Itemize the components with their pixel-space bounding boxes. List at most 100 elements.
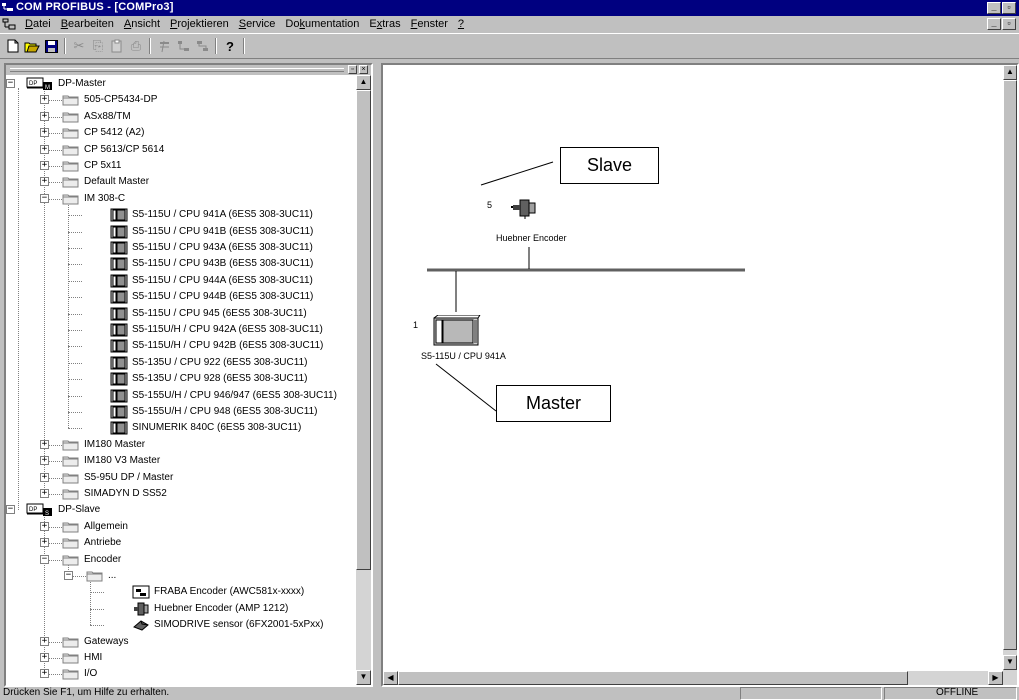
tree-vertical-scrollbar[interactable]: ▲ ▼ [356,75,371,685]
cut-button[interactable]: ✂ [70,37,88,55]
tree-node[interactable]: + Default Master [6,174,356,190]
tree-node[interactable]: SIMODRIVE sensor (6FX2001-5xPxx) [6,617,356,633]
doc-minimize-button[interactable]: _ [987,18,1001,30]
pane-close-button[interactable]: × [359,65,368,74]
menu-item-1[interactable]: Bearbeiten [56,18,119,31]
tree-node[interactable]: + CP 5613/CP 5614 [6,142,356,158]
expand-toggle[interactable]: + [40,144,49,154]
scroll-right-button[interactable]: ▶ [988,671,1003,685]
collapse-toggle[interactable]: − [40,193,49,203]
tree-node[interactable]: S5-115U / CPU 941A (6ES5 308-3UC11) [6,207,356,223]
scroll-down-button[interactable]: ▼ [356,670,371,685]
app-system-icon[interactable] [2,2,14,13]
tree-node[interactable]: −... [6,568,356,584]
tree-node[interactable]: S5-135U / CPU 922 (6ES5 308-3UC11) [6,355,356,371]
document-system-icon[interactable] [2,18,16,30]
collapse-toggle[interactable]: − [6,505,15,515]
tree-node[interactable]: SINUMERIK 840C (6ES5 308-3UC11) [6,420,356,436]
expand-toggle[interactable]: + [40,472,49,482]
new-file-button[interactable] [4,37,22,55]
doc-restore-button[interactable]: ▫ [1002,18,1016,30]
diagram-scroll-up-button[interactable]: ▲ [1003,65,1017,80]
huebner-encoder-slave-icon[interactable] [509,198,539,220]
menu-item-5[interactable]: Dokumentation [280,18,364,31]
tree-node[interactable]: S5-115U/H / CPU 942A (6ES5 308-3UC11) [6,322,356,338]
maximize-button[interactable]: ▫ [1002,2,1016,14]
tree-node[interactable]: S5-115U/H / CPU 942B (6ES5 308-3UC11) [6,338,356,354]
diagram-scroll-thumb[interactable] [1003,80,1017,650]
help-button[interactable]: ? [221,37,239,55]
menu-item-4[interactable]: Service [234,18,281,31]
expand-toggle[interactable]: + [40,439,49,449]
expand-toggle[interactable]: + [40,636,49,646]
collapse-toggle[interactable]: − [6,79,15,88]
tree-node[interactable]: + HMI [6,650,356,666]
expand-toggle[interactable]: + [40,177,49,187]
expand-toggle[interactable]: + [40,669,49,679]
tree-node[interactable]: S5-115U / CPU 944B (6ES5 308-3UC11) [6,289,356,305]
tree-node[interactable]: + IM180 Master [6,437,356,453]
tree-node[interactable]: S5-155U/H / CPU 946/947 (6ES5 308-3UC11) [6,388,356,404]
tree-node[interactable]: − IM 308-C [6,191,356,207]
tool-button-3[interactable] [193,37,211,55]
expand-toggle[interactable]: + [40,538,49,548]
pane-restore-button[interactable]: ▫ [348,65,357,74]
scroll-left-button[interactable]: ◀ [383,671,398,685]
paste-button[interactable] [108,37,126,55]
tree-node[interactable]: + S5-95U DP / Master [6,470,356,486]
pane-grip[interactable] [10,68,344,72]
tree-node[interactable]: + CP 5412 (A2) [6,125,356,141]
tool-button-2[interactable] [174,37,192,55]
menu-item-6[interactable]: Extras [364,18,405,31]
collapse-toggle[interactable]: − [40,554,49,564]
tree-node[interactable]: + CP 5x11 [6,158,356,174]
tree-node[interactable]: S5-115U / CPU 945 (6ES5 308-3UC11) [6,306,356,322]
tree-node[interactable]: + Antriebe [6,535,356,551]
menu-item-3[interactable]: Projektieren [165,18,234,31]
diagram-scroll-down-button[interactable]: ▼ [1003,655,1017,670]
minimize-button[interactable]: _ [987,2,1001,14]
tree-node[interactable]: S5-115U / CPU 944A (6ES5 308-3UC11) [6,273,356,289]
expand-toggle[interactable]: + [40,161,49,170]
collapse-toggle[interactable]: − [64,571,73,580]
tree-node[interactable]: S5-115U / CPU 941B (6ES5 308-3UC11) [6,224,356,240]
tree-node[interactable]: FRABA Encoder (AWC581x-xxxx) [6,584,356,600]
menu-item-8[interactable]: ? [453,18,469,31]
tree-node[interactable]: S5-135U / CPU 928 (6ES5 308-3UC11) [6,371,356,387]
open-button[interactable] [23,37,41,55]
expand-toggle[interactable]: + [40,456,49,466]
tree-node[interactable]: + ASx88/TM [6,109,356,125]
bus-canvas[interactable]: 5 Huebner Encoder 1 S5-115U / CPU 941A S… [383,65,1007,671]
scroll-up-button[interactable]: ▲ [356,75,371,90]
tree-node[interactable]: Huebner Encoder (AMP 1212) [6,601,356,617]
expand-toggle[interactable]: + [40,521,49,531]
print-button[interactable]: ⎙ [127,37,145,55]
menu-item-2[interactable]: Ansicht [119,18,165,31]
menu-item-0[interactable]: Datei [20,18,56,31]
diagram-horizontal-scrollbar[interactable]: ◀ ▶ [383,671,1003,685]
h-scroll-thumb[interactable] [398,671,908,685]
expand-toggle[interactable]: + [40,653,49,662]
s5-master-icon[interactable] [433,315,481,347]
tree-node[interactable]: − DP S DP-Slave [6,502,356,518]
expand-toggle[interactable]: + [40,95,49,105]
expand-toggle[interactable]: + [40,128,49,138]
tree-node[interactable]: − DP M DP-Master [6,76,356,92]
expand-toggle[interactable]: + [40,111,49,121]
tree-node[interactable]: + SIMADYN D SS52 [6,486,356,502]
tool-button-1[interactable] [155,37,173,55]
copy-button[interactable]: ⎘ [89,37,107,55]
tree-node[interactable]: S5-115U / CPU 943B (6ES5 308-3UC11) [6,256,356,272]
diagram-vertical-scrollbar[interactable]: ▲ ▼ [1003,65,1017,685]
tree-node[interactable]: S5-115U / CPU 943A (6ES5 308-3UC11) [6,240,356,256]
expand-toggle[interactable]: + [40,489,49,498]
scroll-thumb[interactable] [356,90,371,570]
tree-node[interactable]: − Encoder [6,552,356,568]
menu-item-7[interactable]: Fenster [406,18,453,31]
tree-node[interactable]: + Allgemein [6,519,356,535]
tree-node[interactable]: + Gateways [6,634,356,650]
tree-node[interactable]: +505-CP5434-DP [6,92,356,108]
tree-node[interactable]: + I/O [6,666,356,682]
tree-node[interactable]: + IM180 V3 Master [6,453,356,469]
save-button[interactable] [42,37,60,55]
